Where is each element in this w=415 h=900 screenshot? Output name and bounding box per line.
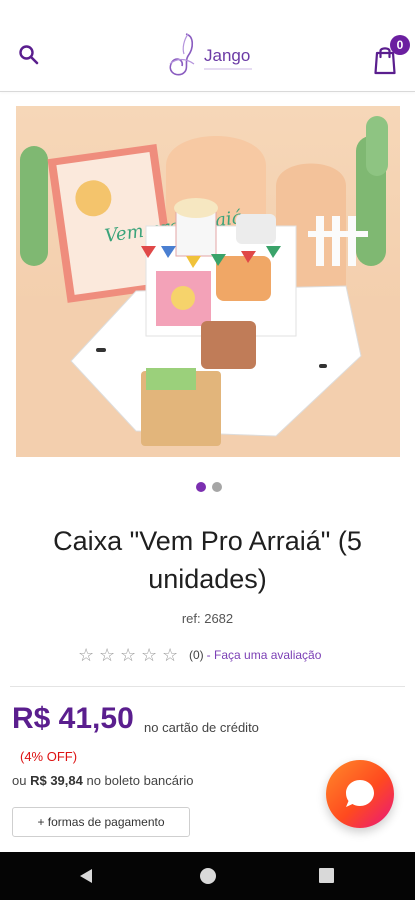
brand-logo[interactable]: Jango <box>164 30 264 78</box>
price: R$ 41,50 <box>12 702 134 735</box>
search-icon <box>19 45 39 65</box>
star-icon[interactable]: ☆ <box>120 645 141 665</box>
star-icon[interactable]: ☆ <box>99 645 120 665</box>
rating-count: (0) <box>189 648 204 662</box>
star-icon[interactable]: ☆ <box>162 645 183 665</box>
gallery-dot-active[interactable] <box>196 482 206 492</box>
chat-icon <box>346 780 374 807</box>
chat-button[interactable] <box>326 760 394 828</box>
product-title: Caixa "Vem Pro Arraiá" (5 unidades) <box>53 526 362 594</box>
product-reference: ref: 2682 <box>181 611 234 626</box>
search-button[interactable] <box>16 42 42 68</box>
product-rating: ☆ ☆ ☆ ☆ ☆ (0) - Faça uma avaliação <box>78 645 321 665</box>
boleto-prefix: ou <box>12 773 27 788</box>
gallery-pagination <box>196 482 224 492</box>
write-review-label: Faça uma avaliação <box>214 648 322 662</box>
logo-mark-icon <box>169 33 195 76</box>
discount-badge: (4% OFF) <box>20 749 78 764</box>
nav-back-icon[interactable] <box>78 868 94 884</box>
gallery-dot[interactable] <box>212 482 222 492</box>
section-divider <box>10 686 405 687</box>
payment-options-button[interactable]: + formas de pagamento <box>12 807 190 837</box>
logo-tagline-mark <box>204 68 252 70</box>
boleto-price-line: ou R$ 39,84 no boleto bancário <box>12 773 193 788</box>
product-image[interactable]: Vem pro Arraiá <box>16 106 400 457</box>
nav-home-icon[interactable] <box>200 868 216 884</box>
boleto-suffix: no boleto bancário <box>86 773 194 788</box>
write-review-link[interactable]: - Faça uma avaliação <box>207 648 322 662</box>
header-divider <box>0 91 415 92</box>
system-navigation-bar <box>0 852 415 900</box>
star-icon[interactable]: ☆ <box>141 645 162 665</box>
nav-recents-icon[interactable] <box>319 868 334 883</box>
logo-text: Jango <box>204 46 251 65</box>
price-note: no cartão de crédito <box>144 720 259 735</box>
app-header: Jango 0 <box>0 0 415 92</box>
cart-count-badge: 0 <box>390 35 410 55</box>
boleto-price: R$ 39,84 <box>30 773 83 788</box>
product-photo: Vem pro Arraiá <box>16 106 400 457</box>
star-icon[interactable]: ☆ <box>78 645 99 665</box>
